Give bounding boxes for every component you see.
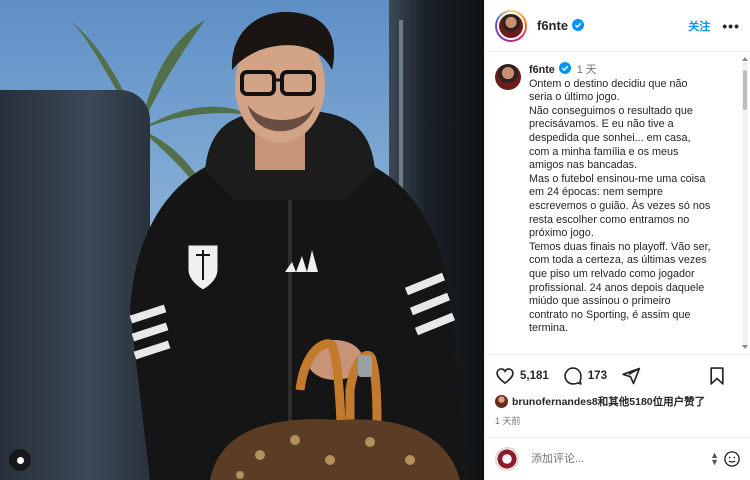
current-user-avatar (495, 447, 519, 471)
caption-line: termina. (529, 322, 569, 335)
caption-author-avatar[interactable] (495, 64, 521, 90)
caption-line: que piso um relvado como jogador (529, 267, 695, 280)
verified-badge-icon (572, 19, 585, 31)
scroll-up-arrow-icon[interactable] (742, 57, 748, 61)
post-photo[interactable] (0, 0, 484, 480)
comment-button[interactable]: 173 (563, 366, 607, 386)
bookmark-icon (710, 367, 724, 385)
like-button[interactable]: 5,181 (495, 366, 549, 386)
share-icon (622, 367, 641, 385)
caption-line: com toda a certeza, as últimas vezes (529, 254, 707, 267)
post-actions: 5,181 173 brunofernandes8 和其他5180位用户赞了 1 … (485, 354, 750, 427)
caption-scrollbar-thumb[interactable] (743, 70, 747, 110)
caption-line: precisávamos. E eu não tive a (529, 118, 674, 131)
caption-line: contrato no Sporting, é assim que (529, 308, 691, 321)
caption-line: Não conseguimos o resultado que (529, 104, 693, 117)
caption-line: miúdo que assinou o primeiro (529, 295, 671, 308)
caption-username[interactable]: f6nte (529, 64, 555, 76)
liked-by-summary[interactable]: brunofernandes8 和其他5180位用户赞了 (495, 394, 741, 409)
author-username[interactable]: f6nte (537, 18, 585, 33)
posted-time: 1 天前 (495, 416, 521, 426)
liker-username[interactable]: brunofernandes8 (512, 396, 598, 408)
comment-input[interactable] (531, 453, 681, 465)
author-avatar[interactable] (495, 9, 527, 42)
more-options-button[interactable]: ••• (722, 18, 740, 34)
caption-line: com a minha família e os meus (529, 145, 679, 158)
verified-badge-icon (558, 62, 571, 74)
share-button[interactable] (621, 366, 641, 386)
follow-button[interactable]: 关注 (688, 18, 710, 34)
caption-line: Temos duas finais no playoff. Vão ser, (529, 240, 711, 253)
post-side-panel: f6nte 关注 ••• f6nte 1 天 Ontem o destino de… (484, 0, 750, 480)
photo-tag-icon[interactable] (9, 449, 31, 471)
comments-count[interactable]: 173 (588, 370, 607, 382)
likes-count[interactable]: 5,181 (520, 370, 549, 382)
caption-line: profissional. 24 anos depois daquele (529, 281, 705, 294)
caption-line: resta escolher como entramos no (529, 213, 690, 226)
likes-summary-text: 和其他5180位用户赞了 (597, 396, 706, 408)
caption-line: amigos nas bancadas. (529, 159, 638, 172)
caption-line: Mas o futebol ensinou-me uma coisa (529, 172, 706, 185)
player-figure (129, 11, 470, 480)
comment-bar: ▲▼ (485, 437, 750, 480)
caption-line: em 24 épocas: nem sempre (529, 186, 663, 199)
emoji-icon[interactable] (723, 450, 741, 468)
caption-section: f6nte 1 天 Ontem o destino decidiu que não… (485, 52, 750, 352)
caption-line: despedida que sonhei... em casa, (529, 131, 691, 144)
caption-line: escrevemos o guião. Às vezes só nos (529, 199, 711, 212)
save-button[interactable] (707, 366, 727, 386)
scroll-down-arrow-icon[interactable] (742, 345, 748, 349)
caption-line: seria o último jogo. (529, 91, 620, 104)
comment-stepper-icon[interactable]: ▲ ▼ (710, 451, 719, 467)
comment-icon (564, 367, 582, 385)
post-header: f6nte 关注 ••• (485, 0, 750, 52)
heart-icon (496, 368, 514, 385)
caption-text: f6nte 1 天 Ontem o destino decidiu que não… (529, 62, 711, 336)
caption-time: 1 天 (576, 64, 597, 76)
liker-avatar[interactable] (495, 395, 508, 408)
caption-line: próximo jogo. (529, 227, 594, 240)
caption-line: Ontem o destino decidiu que não (529, 77, 688, 90)
